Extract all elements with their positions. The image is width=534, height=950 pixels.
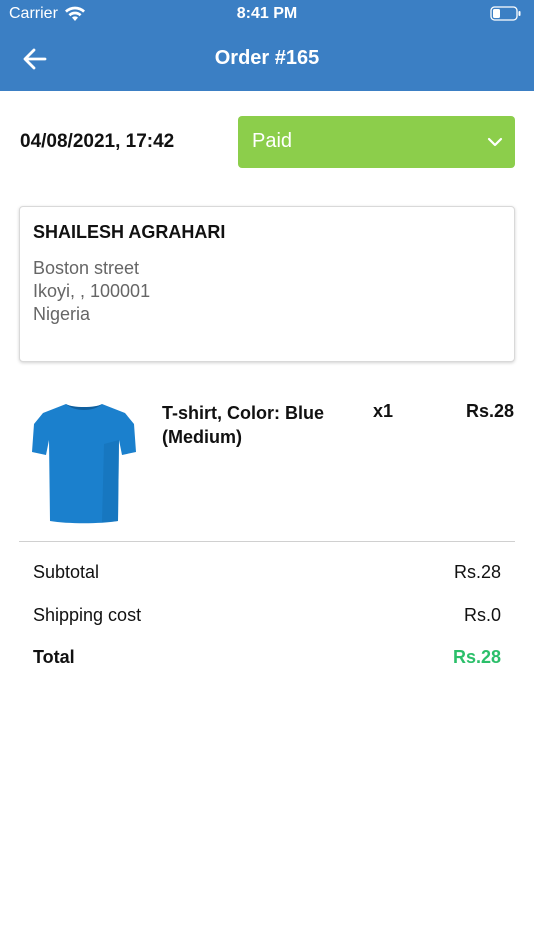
battery-icon [490,6,521,21]
total-label: Total [33,647,75,667]
shipping-label: Shipping cost [33,605,142,625]
customer-address: Boston street Ikoyi, , 100001 Nigeria [33,257,150,326]
total-value: Rs.28 [452,647,501,667]
tshirt-image [32,404,136,524]
address-line: Boston street [33,258,140,278]
chevron-down-icon [487,137,503,147]
address-line: Ikoyi, , 100001 [33,281,151,301]
item-quantity: x1 [373,401,394,421]
page-title: Order #165 [214,47,320,69]
item-price: Rs.28 [465,401,514,421]
order-status-dropdown[interactable]: Paid [238,116,515,168]
clock: 8:41 PM [236,5,298,22]
item-name: T-shirt, Color: Blue (Medium) [162,403,324,447]
subtotal-value: Rs.28 [453,562,501,582]
nav-bar: Order #165 [0,28,534,91]
customer-address-card: SHAILESH AGRAHARI Boston street Ikoyi, ,… [19,206,515,362]
status-bar: Carrier 8:41 PM [0,0,534,28]
order-datetime: 04/08/2021, 17:42 [20,131,175,152]
address-line: Nigeria [33,304,91,324]
shipping-value: Rs.0 [463,605,501,625]
order-status-value: Paid [252,130,293,152]
top-bar: Carrier 8:41 PM Order #165 [0,0,534,91]
subtotal-label: Subtotal [33,562,100,582]
customer-name: SHAILESH AGRAHARI [33,222,226,242]
divider [19,541,515,542]
